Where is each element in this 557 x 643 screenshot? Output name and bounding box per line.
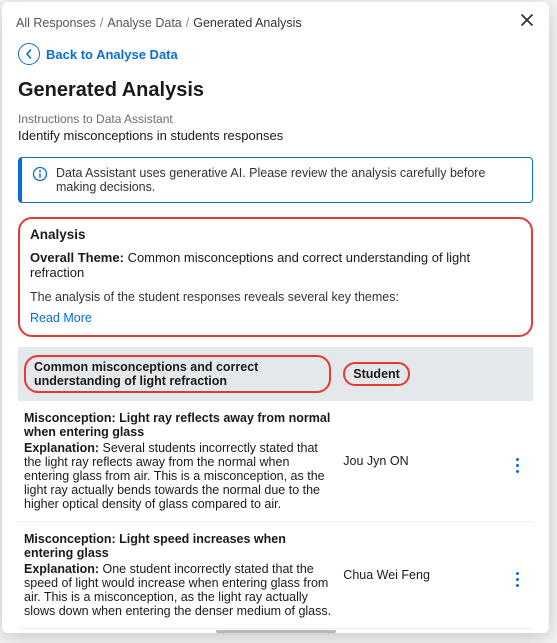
overall-theme-label: Overall Theme: (30, 250, 124, 265)
analysis-reveals-text: The analysis of the student responses re… (30, 290, 521, 304)
analysis-table: Common misconceptions and correct unders… (18, 347, 533, 633)
analysis-heading: Analysis (30, 227, 521, 242)
breadcrumb-item[interactable]: Analyse Data (107, 16, 181, 30)
back-link[interactable]: Back to Analyse Data (18, 43, 533, 65)
row-title: Misconception: Light speed increases whe… (24, 532, 331, 560)
analysis-box: Analysis Overall Theme: Common misconcep… (18, 217, 533, 337)
close-icon[interactable] (519, 12, 535, 33)
row-student: Jou Jyn ON (337, 401, 502, 522)
info-icon (32, 166, 48, 182)
page-title: Generated Analysis (18, 79, 533, 102)
resize-handle-icon[interactable] (216, 630, 336, 633)
row-title: Misconception: Light ray reflects away f… (24, 411, 331, 439)
table-header-actions (502, 347, 533, 401)
instructions-label: Instructions to Data Assistant (18, 112, 533, 126)
breadcrumb-item-current: Generated Analysis (193, 16, 301, 30)
row-explanation-label: Explanation: (24, 441, 99, 455)
table-row: Misconception: Light ray reflects away f… (18, 401, 533, 522)
table-header-student: Student (337, 347, 502, 401)
breadcrumb-sep: / (186, 16, 189, 30)
row-menu-icon[interactable] (516, 572, 519, 587)
instructions-value: Identify misconceptions in students resp… (18, 128, 533, 143)
read-more-link[interactable]: Read More (30, 311, 92, 325)
row-menu-icon[interactable] (516, 458, 519, 473)
back-link-label: Back to Analyse Data (46, 47, 178, 62)
table-row: Misconception: Light speed increases whe… (18, 522, 533, 629)
row-student: Chua Wei Feng (337, 522, 502, 629)
ai-callout: Data Assistant uses generative AI. Pleas… (18, 157, 533, 203)
breadcrumb: All Responses / Analyse Data / Generated… (16, 16, 302, 30)
row-student: Francis, Jaya Prakash, Jia Baoqi, Khoo J… (337, 629, 502, 634)
breadcrumb-sep: / (100, 16, 103, 30)
row-explanation-label: Explanation: (24, 562, 99, 576)
table-header-theme: Common misconceptions and correct unders… (18, 347, 337, 401)
breadcrumb-item[interactable]: All Responses (16, 16, 96, 30)
ai-callout-text: Data Assistant uses generative AI. Pleas… (56, 166, 522, 194)
chevron-left-icon (18, 43, 40, 65)
